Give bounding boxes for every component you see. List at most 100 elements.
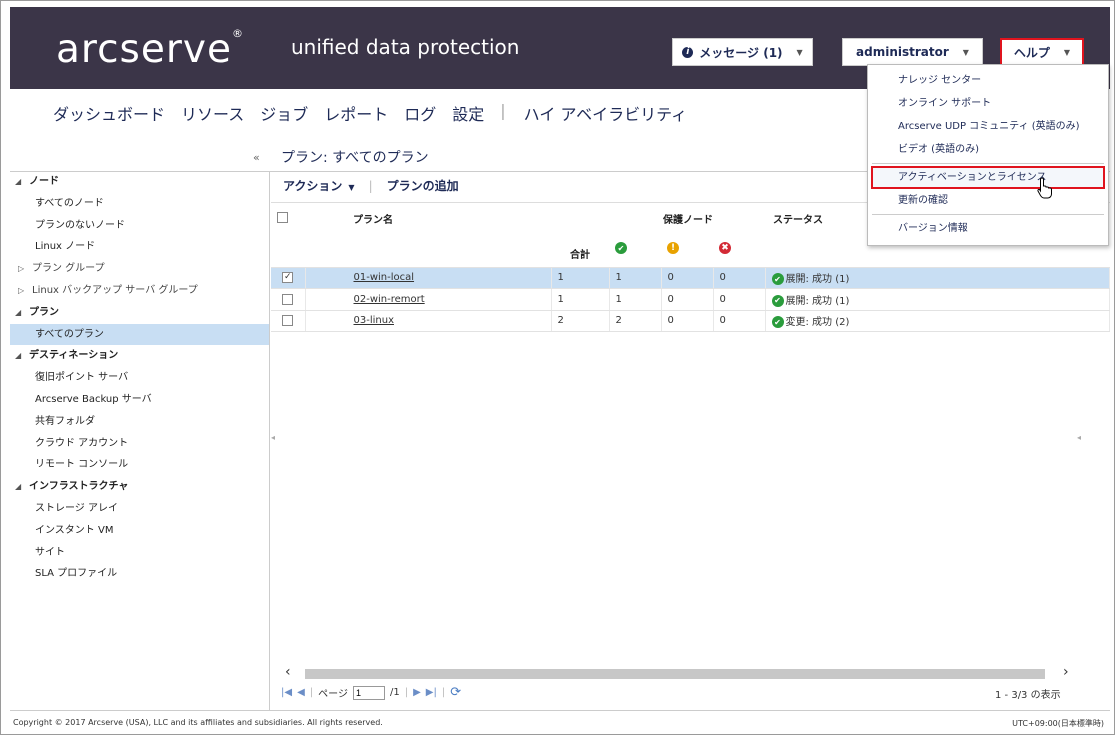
error-icon: ✖ [719, 242, 731, 255]
first-page-icon[interactable]: |◀ [281, 687, 292, 698]
tree-item-storage-arrays[interactable]: ストレージ アレイ [10, 498, 269, 520]
menu-item-video[interactable]: ビデオ (英語のみ) [868, 138, 1108, 161]
scroll-left-icon[interactable]: ‹ [285, 664, 291, 680]
help-dropdown-menu: ナレッジ センター オンライン サポート Arcserve UDP コミュニティ… [867, 64, 1109, 246]
menu-item-community[interactable]: Arcserve UDP コミュニティ (英語のみ) [868, 115, 1108, 138]
success-icon: ✔ [771, 273, 784, 286]
table-row[interactable]: 03-linux 2 2 0 0 ✔ 変更: 成功 (2) [271, 310, 1110, 332]
menu-item-about[interactable]: バージョン情報 [868, 217, 1108, 240]
chevron-down-icon: ▼ [1063, 47, 1071, 57]
add-plan-button[interactable]: プランの追加 [387, 177, 459, 194]
warning-icon: ! [667, 242, 679, 255]
tree-item-recovery-point-servers[interactable]: 復旧ポイント サーバ [10, 367, 269, 389]
next-page-icon[interactable]: ▶ [413, 687, 421, 698]
table-row[interactable]: ✓ 01-win-local 1 1 0 0 ✔ 展開: 成功 (1) [271, 267, 1110, 289]
user-menu-button[interactable]: administrator ▼ [842, 38, 983, 66]
menu-divider [872, 163, 1104, 164]
messages-button[interactable]: i メッセージ (1) ▼ [672, 38, 813, 66]
resource-tree: ◢ ノード すべてのノード プランのないノード Linux ノード ▷ プラン グル… [10, 171, 270, 710]
status-bar: Copyright © 2017 Arcserve (USA), LLC and… [10, 710, 1110, 732]
page-total: /1 [389, 687, 400, 698]
tree-group-destinations[interactable]: ◢ デスティネーション [10, 345, 269, 367]
tree-item-linux-backup-server-groups[interactable]: ▷ Linux バックアップ サーバ グループ [10, 280, 269, 302]
cell-total: 1 [551, 288, 610, 311]
tree-item-sites[interactable]: サイト [10, 542, 269, 564]
menu-item-knowledge-center[interactable]: ナレッジ センター [868, 69, 1108, 92]
help-menu-button[interactable]: ヘルプ ▼ [1000, 38, 1084, 66]
menu-item-online-support[interactable]: オンライン サポート [868, 92, 1108, 115]
cell-err: 0 [713, 310, 766, 332]
product-name: unified data protection [291, 35, 520, 59]
row-checkbox[interactable] [282, 293, 294, 305]
collapsed-triangle-icon: ▷ [18, 285, 25, 295]
tree-item-linux-nodes[interactable]: Linux ノード [10, 236, 269, 258]
chevron-down-icon: ▼ [962, 47, 969, 57]
toolbar-separator: | [368, 178, 373, 193]
menu-item-activation-license[interactable]: アクティベーションとライセンス [871, 166, 1105, 189]
tree-item-arcserve-backup-servers[interactable]: Arcserve Backup サーバ [10, 389, 269, 411]
cell-err: 0 [713, 267, 766, 289]
cell-warn: 0 [661, 310, 714, 332]
tree-item-cloud-accounts[interactable]: クラウド アカウント [10, 433, 269, 455]
page-number-input[interactable] [352, 685, 385, 700]
tree-item-nodes-without-plan[interactable]: プランのないノード [10, 215, 269, 237]
tree-item-all-plans[interactable]: すべてのプラン [10, 323, 269, 346]
collapse-sidebar-icon[interactable]: « [253, 151, 260, 164]
cell-warn: 0 [661, 267, 714, 289]
cell-status: 展開: 成功 (1) [785, 295, 850, 307]
panel-grip-right-icon[interactable]: ◂ [1077, 433, 1081, 442]
arcserve-logo: arcserve® [56, 27, 244, 72]
select-all-checkbox[interactable] [277, 212, 288, 224]
cell-warn: 0 [661, 288, 714, 311]
nav-settings[interactable]: 設定 [452, 101, 484, 125]
plan-name-link[interactable]: 02-win-remort [354, 294, 425, 305]
tree-item-shared-folders[interactable]: 共有フォルダ [10, 411, 269, 433]
col-plan-name[interactable]: プラン名 [305, 206, 551, 230]
page-title: プラン: すべてのプラン [281, 150, 429, 166]
timezone: UTC+09:00(日本標準時) [1012, 719, 1104, 728]
tree-group-nodes[interactable]: ◢ ノード [10, 171, 269, 193]
panel-grip-left-icon[interactable]: ◂ [271, 433, 275, 442]
nav-high-availability[interactable]: ハイ アベイラビリティ [524, 101, 688, 125]
tree-group-infrastructure[interactable]: ◢ インフラストラクチャ [10, 476, 269, 498]
nav-reports[interactable]: レポート [324, 101, 388, 125]
tree-item-all-nodes[interactable]: すべてのノード [10, 193, 269, 215]
plan-name-link[interactable]: 01-win-local [354, 272, 415, 283]
cell-status: 変更: 成功 (2) [785, 317, 850, 329]
row-checkbox[interactable]: ✓ [282, 272, 294, 283]
scroll-right-icon[interactable]: › [1063, 664, 1069, 680]
menu-item-check-updates[interactable]: 更新の確認 [868, 189, 1108, 212]
chevron-down-icon: ▼ [796, 47, 803, 57]
pager-separator: | [309, 687, 314, 698]
scrollbar-thumb[interactable] [305, 669, 1045, 679]
page-range: 1 - 3/3 の表示 [995, 690, 1061, 701]
success-icon: ✔ [771, 294, 784, 307]
copyright: Copyright © 2017 Arcserve (USA), LLC and… [13, 718, 383, 727]
tree-item-remote-consoles[interactable]: リモート コンソール [10, 454, 269, 476]
page-label: ページ [318, 689, 348, 700]
nav-jobs[interactable]: ジョブ [260, 101, 308, 125]
prev-page-icon[interactable]: ◀ [297, 687, 305, 698]
row-checkbox[interactable] [282, 315, 294, 326]
nav-resources[interactable]: リソース [181, 101, 244, 125]
plan-name-link[interactable]: 03-linux [354, 315, 394, 326]
tree-group-plans[interactable]: ◢ プラン [10, 302, 269, 324]
tree-item-plan-groups[interactable]: ▷ プラン グループ [10, 258, 269, 280]
refresh-icon[interactable]: ⟳ [450, 685, 461, 700]
actions-menu-button[interactable]: アクション ▼ [283, 177, 355, 194]
info-icon: i [682, 46, 694, 58]
horizontal-scrollbar[interactable]: ‹ › [281, 664, 1081, 681]
tree-item-instant-vm[interactable]: インスタント VM [10, 520, 269, 542]
table-row[interactable]: 02-win-remort 1 1 0 0 ✔ 展開: 成功 (1) [271, 288, 1110, 311]
expanded-triangle-icon: ◢ [15, 307, 22, 317]
last-page-icon[interactable]: ▶| [426, 687, 437, 698]
cell-total: 1 [551, 267, 610, 289]
pager-separator: | [404, 687, 409, 698]
cell-err: 0 [713, 288, 766, 311]
nav-logs[interactable]: ログ [404, 101, 436, 125]
app-window: arcserve® unified data protection i メッセー… [0, 0, 1115, 735]
nav-dashboard[interactable]: ダッシュボード [53, 101, 165, 125]
tree-item-sla-profiles[interactable]: SLA プロファイル [10, 563, 269, 585]
nav-separator: | [500, 101, 506, 120]
expanded-triangle-icon: ◢ [15, 351, 22, 361]
